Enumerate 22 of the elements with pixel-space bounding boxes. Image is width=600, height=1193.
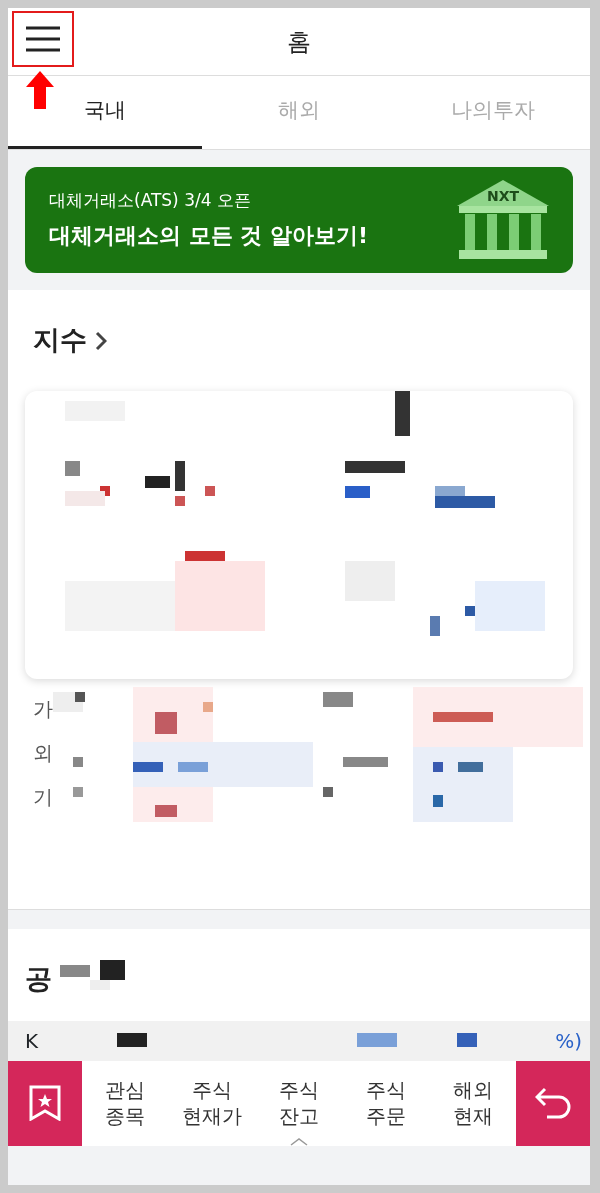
section-title: 지수 bbox=[33, 323, 87, 357]
bookmark-button[interactable] bbox=[8, 1060, 82, 1146]
bank-building-icon bbox=[457, 180, 549, 260]
arrow-icon bbox=[26, 71, 54, 109]
row-label: 기 bbox=[33, 783, 53, 811]
caret-up-icon bbox=[290, 1137, 308, 1146]
chevron-right-icon bbox=[95, 330, 107, 351]
row-label: 가 bbox=[33, 695, 53, 723]
section-title: 공 bbox=[25, 962, 52, 997]
promo-banner[interactable]: 대체거래소(ATS) 3/4 오픈 대체거래소의 모든 것 알아보기! NXT bbox=[25, 167, 573, 273]
banner-subtitle: 대체거래소(ATS) 3/4 오픈 bbox=[49, 188, 252, 212]
menu-icon bbox=[26, 26, 60, 52]
logo-text: NXT bbox=[485, 187, 521, 206]
back-arrow-icon bbox=[535, 1087, 571, 1119]
menu-button[interactable] bbox=[12, 11, 74, 67]
row-label: 외 bbox=[33, 739, 53, 767]
ticker-change: %) bbox=[555, 1027, 582, 1055]
back-button[interactable] bbox=[516, 1060, 590, 1146]
bookmark-star-icon bbox=[29, 1085, 61, 1121]
ticker-name: K bbox=[25, 1027, 39, 1055]
banner-title: 대체거래소의 모든 것 알아보기! bbox=[49, 222, 368, 251]
page-title: 홈 bbox=[287, 26, 311, 58]
